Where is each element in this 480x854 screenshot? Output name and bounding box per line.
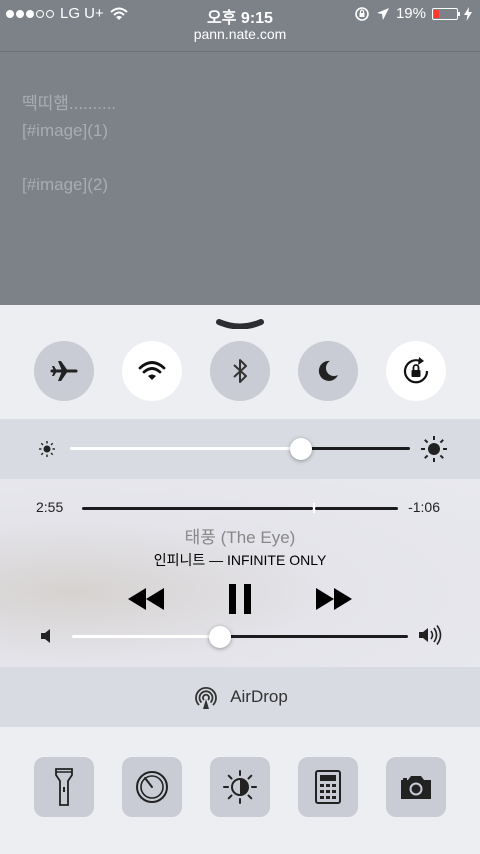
calculator-icon: [315, 770, 341, 804]
web-line[interactable]: [#image](2): [22, 171, 116, 198]
airplane-mode-toggle[interactable]: [34, 341, 94, 401]
night-shift-button[interactable]: [210, 757, 270, 817]
volume-track: [219, 635, 408, 638]
playback-remaining-track: [314, 507, 398, 510]
location-arrow-icon: [376, 7, 389, 20]
volume-low-icon: [41, 629, 50, 643]
airdrop-icon: [195, 686, 218, 709]
airdrop-button[interactable]: AirDrop: [0, 667, 480, 727]
rotation-lock-toggle[interactable]: [386, 341, 446, 401]
wifi-toggle[interactable]: [122, 341, 182, 401]
brightness-slider[interactable]: [0, 419, 480, 479]
camera-button[interactable]: [386, 757, 446, 817]
fast-forward-button[interactable]: [314, 579, 354, 619]
volume-track-filled: [72, 635, 220, 638]
charging-bolt-icon: [464, 6, 472, 21]
night-shift-icon: [223, 770, 257, 804]
flashlight-button[interactable]: [34, 757, 94, 817]
timer-button[interactable]: [122, 757, 182, 817]
volume-knob[interactable]: [208, 626, 231, 648]
fast-forward-icon: [316, 588, 352, 610]
elapsed-time: 2:55: [36, 499, 64, 515]
divider: [0, 51, 480, 52]
page-url[interactable]: pann.nate.com: [0, 26, 480, 42]
wifi-icon: [138, 361, 166, 380]
battery-icon: [432, 7, 460, 20]
bluetooth-toggle[interactable]: [210, 341, 270, 401]
web-line[interactable]: [#image](1): [22, 117, 116, 144]
web-line: 떽띠햄..........: [22, 94, 117, 113]
artist-album: 인피니트 — INFINITE ONLY: [153, 552, 327, 568]
remaining-time: -1:06: [408, 499, 440, 515]
volume-high-icon: [419, 625, 442, 645]
airdrop-label: AirDrop: [230, 687, 288, 706]
pause-button[interactable]: [220, 579, 260, 619]
brightness-high-icon: [421, 436, 447, 462]
playback-progress-track[interactable]: [82, 507, 313, 510]
brightness-track-filled: [70, 447, 302, 450]
rewind-icon: [128, 588, 164, 610]
web-content: 떽띠햄.......... [#image](1) [#image](2): [22, 90, 116, 198]
control-center: 2:55 -1:06 태풍 (The Eye) 인피니트 — INFINITE …: [0, 305, 480, 854]
battery-percentage: 19%: [395, 5, 426, 22]
brightness-track: [301, 447, 410, 450]
camera-icon: [401, 776, 431, 799]
song-title[interactable]: 태풍 (The Eye): [0, 523, 480, 548]
do-not-disturb-toggle[interactable]: [298, 341, 358, 401]
moon-icon: [318, 360, 338, 381]
calculator-button[interactable]: [298, 757, 358, 817]
status-bar: LG U+ 오후 9:15 19%: [0, 0, 480, 28]
rewind-button[interactable]: [126, 579, 166, 619]
grabber-chevron-icon[interactable]: [216, 319, 264, 329]
bluetooth-icon: [233, 359, 247, 383]
airplane-icon: [50, 361, 78, 381]
pause-icon: [229, 584, 251, 614]
flashlight-icon: [55, 768, 73, 806]
timer-icon: [136, 771, 168, 803]
brightness-knob[interactable]: [290, 438, 313, 460]
rotation-lock-icon: [403, 357, 429, 384]
orientation-lock-icon: [355, 6, 369, 21]
brightness-low-icon: [39, 441, 55, 457]
web-line: [22, 144, 116, 171]
now-playing: 2:55 -1:06 태풍 (The Eye) 인피니트 — INFINITE …: [0, 479, 480, 667]
